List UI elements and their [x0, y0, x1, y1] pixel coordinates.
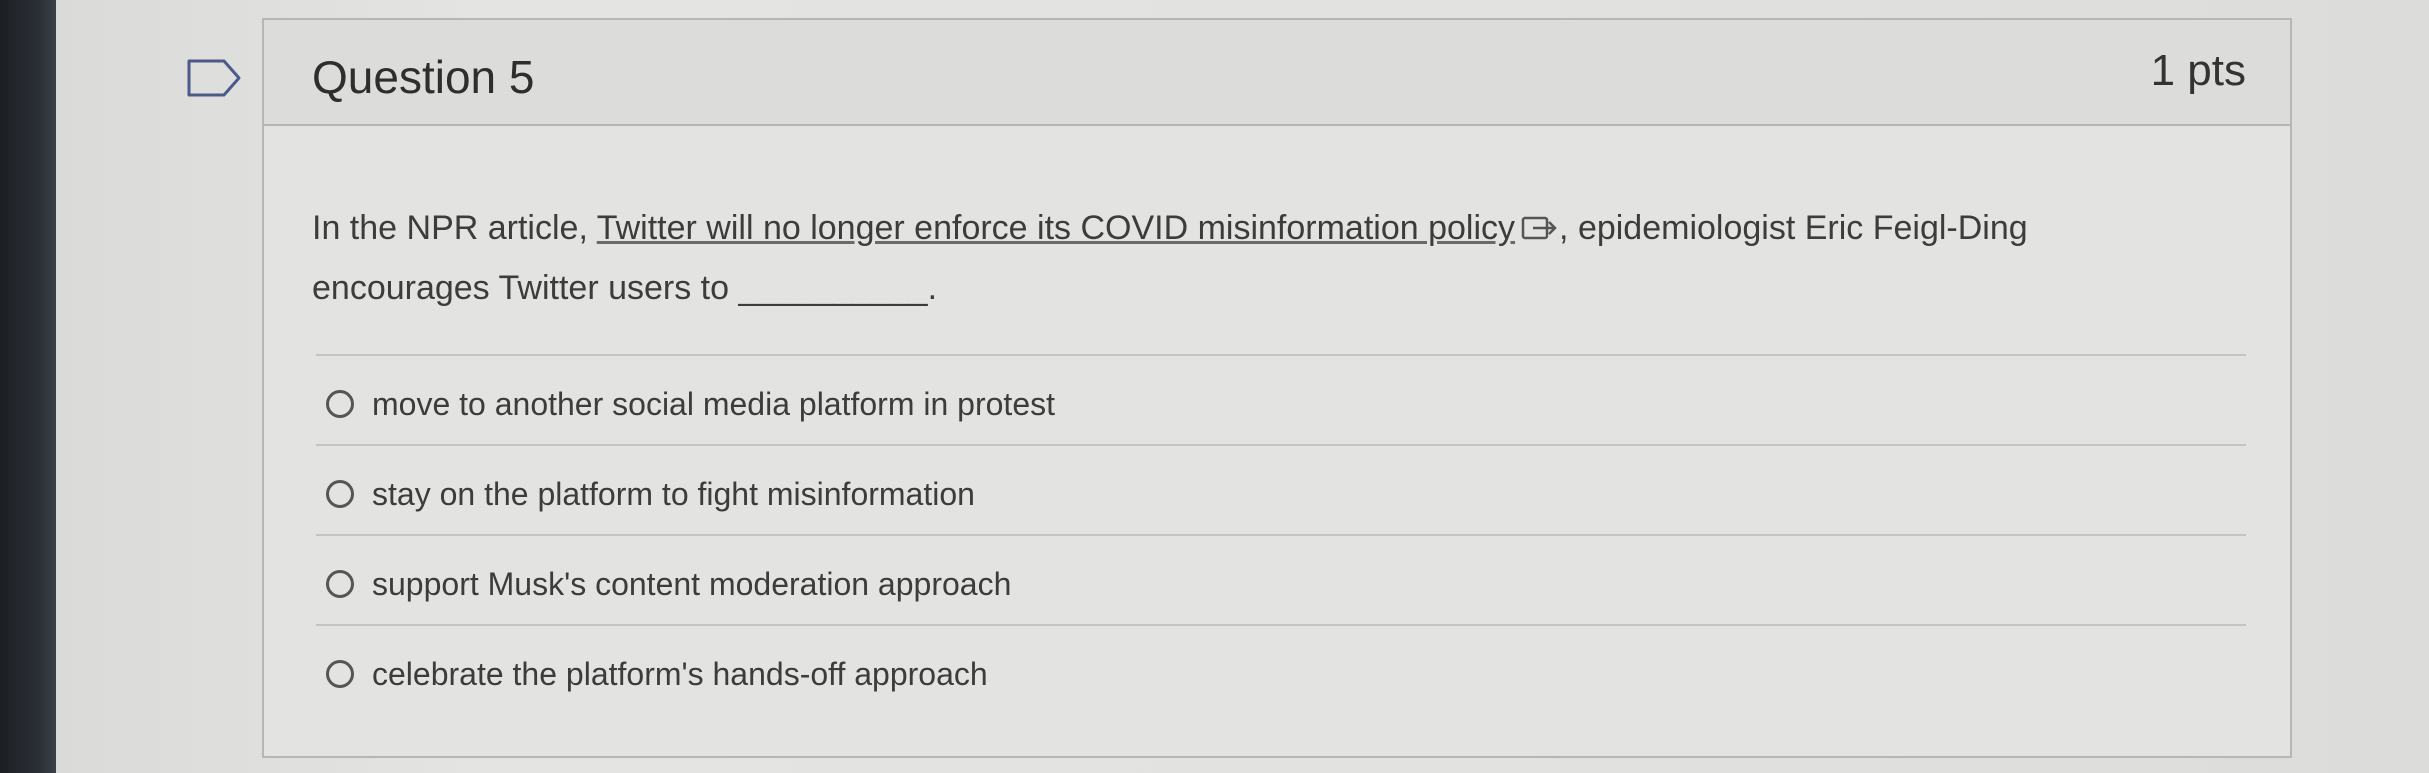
- answer-option-4[interactable]: celebrate the platform's hands-off appro…: [326, 652, 988, 696]
- flag-question-icon[interactable]: [186, 58, 242, 98]
- answer-option-3[interactable]: support Musk's content moderation approa…: [326, 562, 1011, 606]
- answer-label: stay on the platform to fight misinforma…: [372, 475, 975, 512]
- radio-button-icon[interactable]: [326, 390, 354, 418]
- radio-button-icon[interactable]: [326, 480, 354, 508]
- screen-edge-bezel: [0, 0, 56, 773]
- external-link-icon[interactable]: [1521, 215, 1559, 241]
- answer-option-2[interactable]: stay on the platform to fight misinforma…: [326, 472, 975, 516]
- answer-divider: [316, 534, 2246, 536]
- answer-divider: [316, 624, 2246, 626]
- radio-button-icon[interactable]: [326, 660, 354, 688]
- question-header: Question 5 1 pts: [264, 20, 2290, 126]
- question-title: Question 5: [312, 51, 535, 103]
- answer-label: support Musk's content moderation approa…: [372, 565, 1012, 602]
- article-link[interactable]: Twitter will no longer enforce its COVID…: [597, 209, 1515, 247]
- radio-button-icon[interactable]: [326, 570, 354, 598]
- answer-divider: [316, 444, 2246, 446]
- answer-label: move to another social media platform in…: [372, 385, 1055, 422]
- question-text: In the NPR article, Twitter will no long…: [312, 198, 2212, 318]
- answer-option-1[interactable]: move to another social media platform in…: [326, 382, 1055, 426]
- question-points: 1 pts: [2150, 46, 2246, 95]
- question-text-intro: In the NPR article,: [312, 209, 597, 247]
- answer-label: celebrate the platform's hands-off appro…: [372, 655, 988, 692]
- question-card: Question 5 1 pts In the NPR article, Twi…: [262, 18, 2292, 758]
- answers-divider: [316, 354, 2246, 356]
